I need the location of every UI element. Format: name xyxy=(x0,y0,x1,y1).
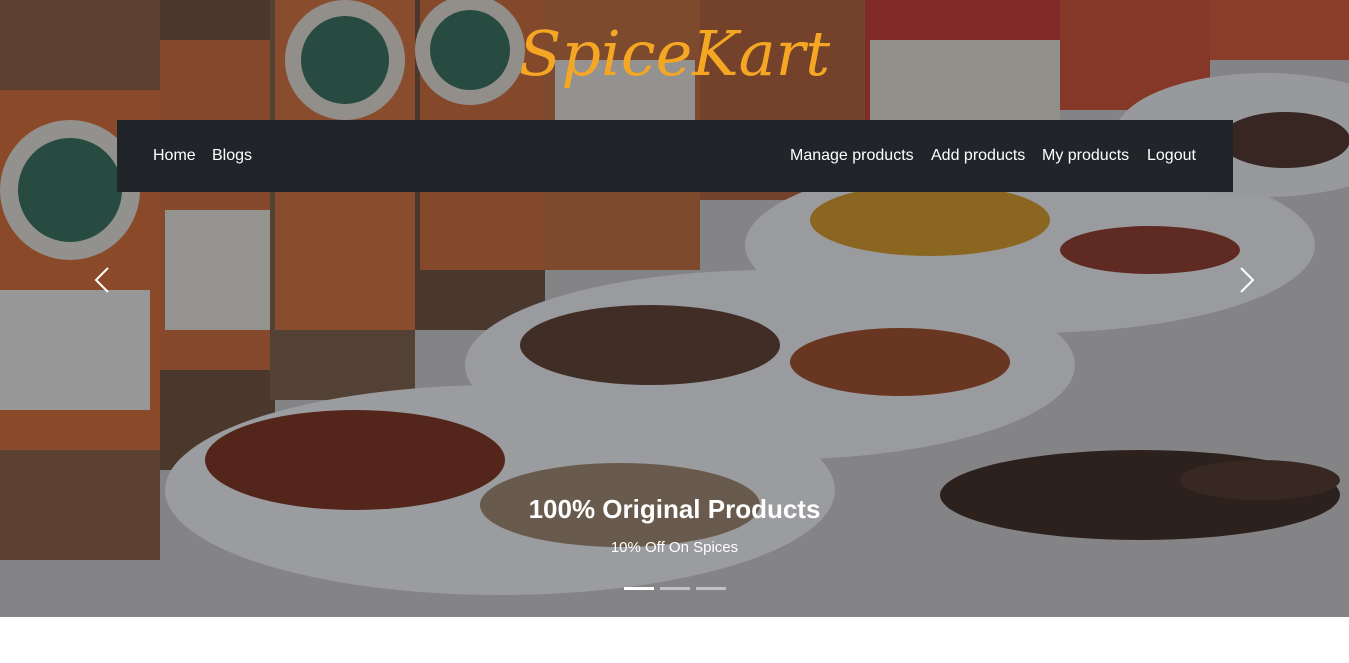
brand-logo[interactable]: SpiceKart xyxy=(0,14,1349,94)
hero-carousel: SpiceKart Home Blogs Manage products Add… xyxy=(0,0,1349,617)
nav-manage-products-link[interactable]: Manage products xyxy=(790,120,914,192)
carousel-indicators xyxy=(624,587,726,591)
top-navbar: Home Blogs Manage products Add products … xyxy=(117,120,1233,192)
carousel-indicator-3[interactable] xyxy=(696,587,726,590)
nav-home-link[interactable]: Home xyxy=(153,120,196,192)
nav-blogs-link[interactable]: Blogs xyxy=(212,120,252,192)
nav-add-products-link[interactable]: Add products xyxy=(931,120,1025,192)
carousel-next-button[interactable] xyxy=(1233,262,1263,298)
carousel-caption-subtitle: 10% Off On Spices xyxy=(610,539,739,556)
carousel-indicator-1[interactable] xyxy=(624,587,654,590)
carousel-prev-button[interactable] xyxy=(86,262,116,298)
chevron-right-icon xyxy=(1240,267,1255,293)
nav-my-products-link[interactable]: My products xyxy=(1042,120,1129,192)
carousel-indicator-2[interactable] xyxy=(660,587,690,590)
nav-logout-link[interactable]: Logout xyxy=(1147,120,1196,192)
carousel-caption-title: 100% Original Products xyxy=(528,494,821,524)
chevron-left-icon xyxy=(94,267,109,293)
